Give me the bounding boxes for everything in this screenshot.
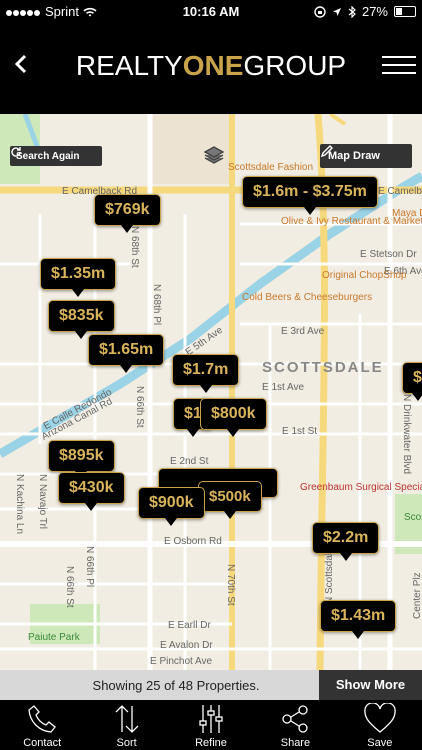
price-pin[interactable]: $2.2m <box>312 522 380 561</box>
logo-one: ONE <box>182 50 244 81</box>
battery-icon <box>394 6 416 17</box>
street-label: E Osborn Rd <box>164 536 222 547</box>
sliders-icon <box>199 705 223 733</box>
price-pin[interactable]: $1.43m <box>320 600 397 639</box>
results-bar: Showing 25 of 48 Properties. Show More <box>0 670 422 700</box>
street-label: N Kachina Ln <box>14 474 25 535</box>
street-label: E Stetson Dr <box>360 249 417 260</box>
price-pin[interactable]: $769k <box>94 194 161 233</box>
tab-label: Sort <box>116 737 137 749</box>
tab-sort[interactable]: Sort <box>84 700 168 750</box>
poi-label: Sco Sta <box>404 512 422 523</box>
tab-bar: Contact Sort Refine Share Save <box>0 700 422 750</box>
status-right: 27% <box>314 4 416 19</box>
search-again-button[interactable]: Search Again <box>10 146 102 166</box>
poi-label: Scottsdale Fashion <box>228 162 314 173</box>
price-pin[interactable]: $835k <box>48 300 115 339</box>
map-layers-icon[interactable] <box>204 146 224 164</box>
street-label: E Earll Dr <box>168 620 211 631</box>
logo-group: GROUP <box>243 50 347 81</box>
poi-label: Paiute Park <box>28 632 80 643</box>
location-arrow-icon <box>332 7 341 16</box>
phone-icon <box>28 705 57 733</box>
tab-contact[interactable]: Contact <box>0 700 84 750</box>
street-label: N 66th St <box>64 566 75 608</box>
street-label: N 70th St <box>225 564 236 606</box>
map-draw-button[interactable]: Map Draw <box>320 144 412 168</box>
poi-label: Maya D Nightclo <box>392 208 422 219</box>
street-label: N Drinkwater Blvd <box>401 394 412 475</box>
refresh-icon <box>11 147 21 157</box>
street-label: E 1st Ave <box>262 382 305 393</box>
street-label: E 1st St <box>282 426 318 437</box>
show-more-button[interactable]: Show More <box>319 670 422 700</box>
price-pin[interactable]: $1.6m - $3.75m <box>242 176 378 215</box>
map-view[interactable]: E Camelback Rd E Camelback Rd N 68th St … <box>0 114 422 670</box>
search-again-label: Search Again <box>16 150 80 162</box>
tab-label: Refine <box>195 737 227 749</box>
app-header: REALTYONEGROUP <box>0 24 422 114</box>
street-label: N 66th Pl <box>84 546 95 588</box>
orientation-lock-icon <box>314 5 326 18</box>
price-pin[interactable]: $900k <box>138 487 205 526</box>
tab-label: Contact <box>23 737 62 749</box>
street-label: E Camelback Rd <box>378 186 422 197</box>
price-pin[interactable]: $1.7m <box>172 354 240 393</box>
pencil-icon <box>320 145 333 158</box>
results-summary: Showing 25 of 48 Properties. <box>92 678 260 693</box>
street-label: E 3rd Ave <box>281 326 325 337</box>
app-screen: { "status": {"carrier": "Sprint", "time"… <box>0 0 422 750</box>
price-pin[interactable]: $1.65m <box>88 334 165 373</box>
price-pin[interactable]: $500k <box>198 481 262 519</box>
brand-logo: REALTYONEGROUP <box>0 50 422 82</box>
street-label: E Pinchot Ave <box>150 656 213 667</box>
price-pin[interactable]: $1.35m <box>40 258 117 297</box>
price-pin[interactable]: $800k <box>200 398 267 437</box>
street-label: N 66th St <box>134 386 145 428</box>
status-bar: Sprint 10:16 AM 27% <box>0 0 422 24</box>
poi-label: Cold Beers & Cheeseburgers <box>242 292 373 303</box>
price-pin[interactable]: $430k <box>58 472 125 511</box>
logo-realty: REALTY <box>75 50 183 81</box>
tab-label: Save <box>367 737 393 749</box>
street-label: E Avalon Dr <box>160 640 213 651</box>
share-icon <box>282 705 309 733</box>
tab-refine[interactable]: Refine <box>169 700 253 750</box>
city-label: SCOTTSDALE <box>262 359 384 376</box>
street-label: Center Plz <box>412 572 422 619</box>
sort-arrows-icon <box>115 705 139 733</box>
tab-share[interactable]: Share <box>253 700 337 750</box>
street-label: N 68th Pl <box>151 284 162 326</box>
tab-label: Share <box>280 737 311 749</box>
bluetooth-icon <box>348 5 356 18</box>
price-pin[interactable]: $895k <box>48 440 115 479</box>
battery-percent: 27% <box>361 4 388 19</box>
poi-label: Olive & Ivy Restaurant & Marketplace <box>281 216 422 227</box>
map-draw-label: Map Draw <box>328 150 380 162</box>
price-pin[interactable]: $1 <box>402 362 422 401</box>
street-label: E 2nd St <box>170 456 209 467</box>
poi-label: Greenbaum Surgical Specialty <box>300 482 422 493</box>
poi-label: Original ChopShop <box>322 270 407 281</box>
street-label: N Navajo Trl <box>37 474 48 530</box>
tab-save[interactable]: Save <box>338 700 422 750</box>
heart-icon <box>364 703 396 733</box>
hamburger-menu-button[interactable] <box>382 50 416 82</box>
